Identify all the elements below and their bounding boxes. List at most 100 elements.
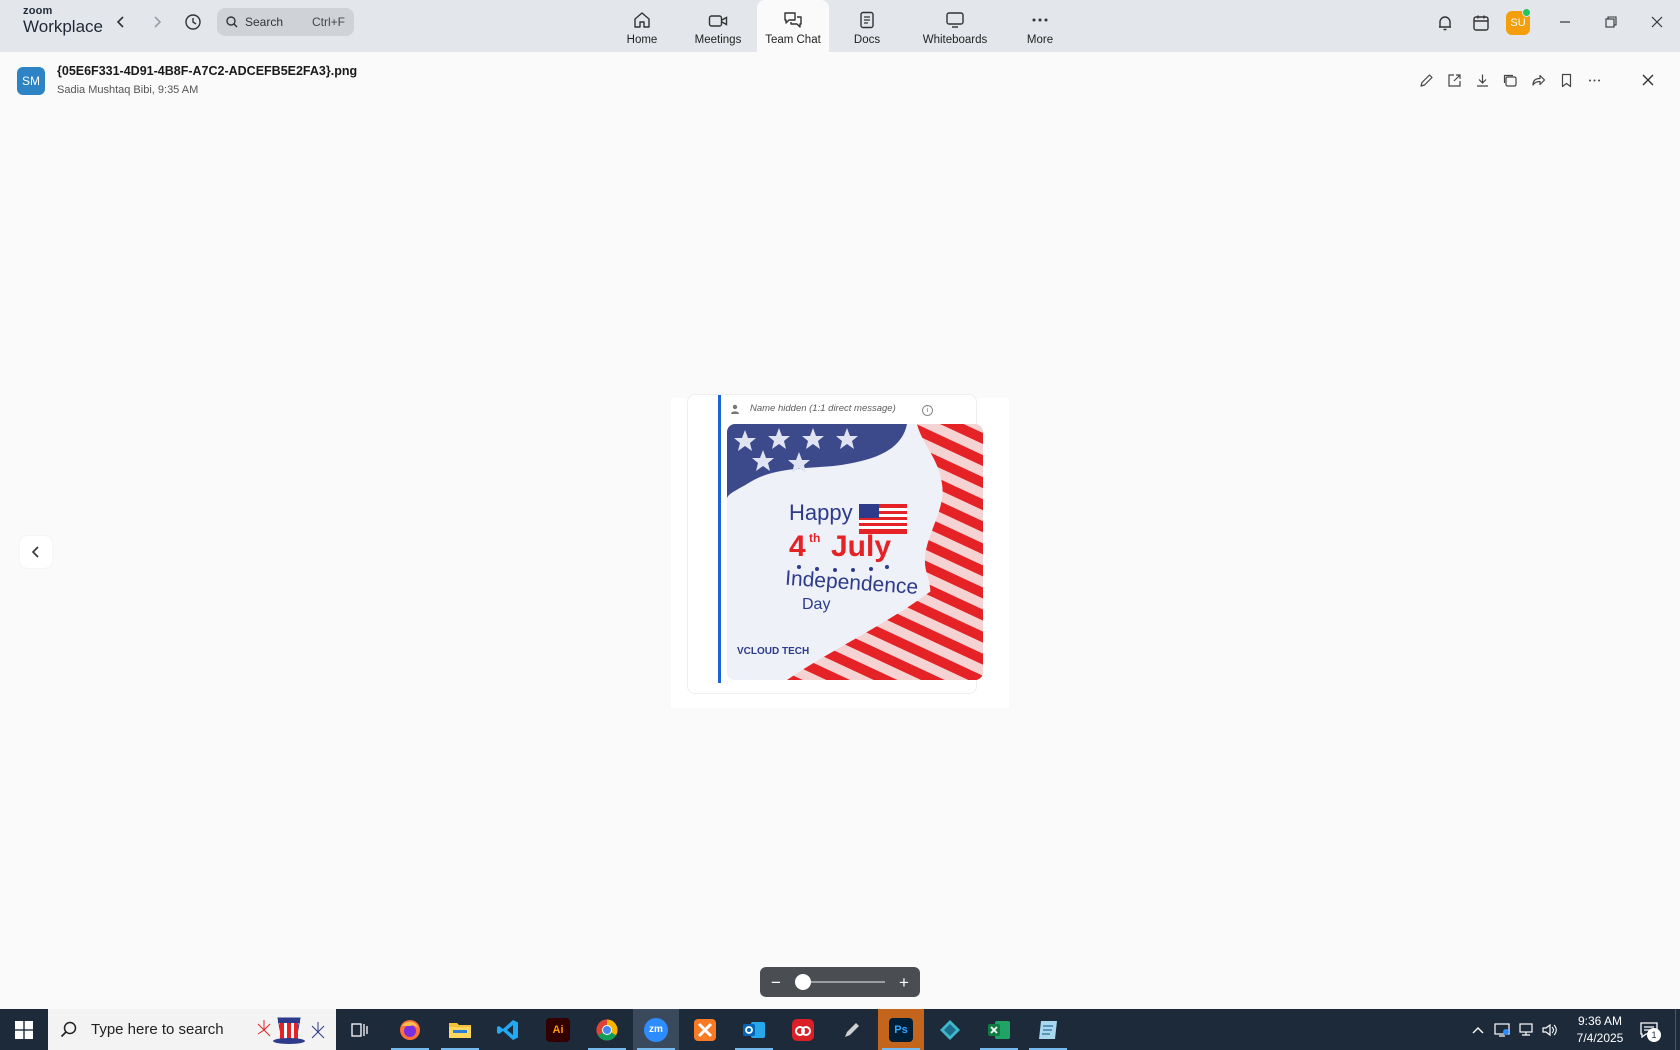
folder-icon xyxy=(449,1022,471,1038)
zoom-in-button[interactable]: + xyxy=(895,973,913,991)
notes-icon xyxy=(1039,1020,1057,1039)
taskbar-photoshop[interactable]: Ps xyxy=(878,1009,924,1050)
taskbar-outlook[interactable] xyxy=(731,1009,777,1050)
tab-meetings[interactable]: Meetings xyxy=(690,0,746,52)
more-icon xyxy=(1032,18,1048,22)
restore-icon xyxy=(1605,16,1617,28)
previous-image-button[interactable] xyxy=(20,536,52,568)
chevron-left-icon xyxy=(31,546,39,558)
xampp-icon xyxy=(694,1018,716,1041)
restore-button[interactable] xyxy=(1597,10,1625,34)
taskbar-file-explorer[interactable] xyxy=(437,1009,483,1050)
bookmark-button[interactable] xyxy=(1556,70,1576,90)
zoom-app-icon: zm xyxy=(644,1017,668,1042)
forward-message-button[interactable] xyxy=(1528,70,1548,90)
minimize-button[interactable] xyxy=(1551,10,1579,34)
search-label: Search xyxy=(245,15,284,29)
taskbar-diamond-app[interactable] xyxy=(927,1009,973,1050)
diamond-app-icon xyxy=(940,1019,960,1040)
zoom-workplace-logo: zoom Workplace xyxy=(23,5,103,36)
taskbar-excel[interactable] xyxy=(976,1009,1022,1050)
tray-security[interactable] xyxy=(1493,1021,1511,1039)
outlook-icon xyxy=(743,1021,765,1038)
bookmark-icon xyxy=(1561,73,1571,87)
pen-icon xyxy=(845,1022,859,1037)
taskbar-xampp[interactable] xyxy=(682,1009,728,1050)
chrome-icon xyxy=(596,1019,618,1041)
taskbar-firefox[interactable] xyxy=(387,1009,433,1050)
tab-team-chat[interactable]: Team Chat xyxy=(757,0,829,52)
file-meta: Sadia Mushtaq Bibi, 9:35 AM xyxy=(57,84,199,96)
calendar-button[interactable] xyxy=(1470,12,1492,34)
search-icon xyxy=(60,1021,77,1038)
search-icon xyxy=(226,16,238,28)
photoshop-icon: Ps xyxy=(889,1017,913,1042)
presence-indicator xyxy=(1522,8,1531,17)
taskbar-clock[interactable]: 9:36 AM 7/4/2025 xyxy=(1565,1013,1635,1047)
start-button[interactable] xyxy=(0,1009,48,1050)
sender-row: Name hidden (1:1 direct message) xyxy=(730,403,896,414)
share-screen-button[interactable] xyxy=(1500,70,1520,90)
tray-network[interactable] xyxy=(1517,1021,1535,1039)
taskbar-notes[interactable] xyxy=(1025,1009,1071,1050)
taskbar-creative-cloud[interactable] xyxy=(780,1009,826,1050)
creative-cloud-icon xyxy=(792,1018,814,1041)
action-center-button[interactable]: 1 xyxy=(1636,1018,1662,1042)
taskbar-zoom[interactable]: zm xyxy=(633,1009,679,1050)
external-link-icon xyxy=(1447,73,1461,87)
download-button[interactable] xyxy=(1472,70,1492,90)
clock-time: 9:36 AM xyxy=(1577,1014,1623,1028)
show-desktop-button[interactable] xyxy=(1675,1009,1680,1050)
taskbar-illustrator[interactable]: Ai xyxy=(535,1009,581,1050)
zoom-out-button[interactable]: − xyxy=(767,973,785,991)
taskbar-search[interactable]: Type here to search xyxy=(48,1009,336,1050)
search-box[interactable]: Search Ctrl+F xyxy=(217,8,354,36)
calendar-icon xyxy=(1473,15,1489,31)
poster-july: July xyxy=(831,530,891,563)
forward-arrow-icon xyxy=(1531,74,1545,86)
logo-top-text: zoom xyxy=(23,5,53,17)
image-preview: Name hidden (1:1 direct message) i Happy… xyxy=(671,394,1009,708)
tab-more[interactable]: More xyxy=(1024,0,1056,52)
edit-button[interactable] xyxy=(1416,70,1436,90)
history-button[interactable] xyxy=(182,11,204,33)
open-external-button[interactable] xyxy=(1444,70,1464,90)
close-icon xyxy=(1651,16,1663,28)
windows-taskbar: Type here to search Ai zm Ps 9:36 AM 7/4… xyxy=(0,1009,1680,1050)
title-bar: zoom Workplace Search Ctrl+F Home Meetin… xyxy=(0,0,1680,52)
tray-overflow-button[interactable] xyxy=(1469,1021,1487,1039)
tab-docs[interactable]: Docs xyxy=(847,0,887,52)
message-accent-bar xyxy=(718,395,721,683)
close-preview-button[interactable] xyxy=(1638,70,1658,90)
history-icon xyxy=(185,14,201,30)
taskbar-chrome[interactable] xyxy=(584,1009,630,1050)
chevron-left-icon xyxy=(116,16,124,28)
network-icon xyxy=(1519,1023,1533,1036)
zoom-slider[interactable] xyxy=(795,974,885,990)
tray-volume[interactable] xyxy=(1540,1021,1558,1039)
tab-home[interactable]: Home xyxy=(620,0,664,52)
tab-more-label: More xyxy=(1026,34,1054,46)
independence-day-poster: Happy 4 th July Independence Day VCLOUD … xyxy=(727,424,983,680)
info-icon[interactable]: i xyxy=(922,405,933,416)
message-card: Name hidden (1:1 direct message) i Happy… xyxy=(687,394,983,694)
logo-bottom-text: Workplace xyxy=(23,17,103,36)
taskbar-vscode[interactable] xyxy=(485,1009,531,1050)
zoom-slider-knob[interactable] xyxy=(795,974,811,990)
more-actions-button[interactable] xyxy=(1584,70,1604,90)
whiteboard-icon xyxy=(946,12,964,28)
share-icon xyxy=(1503,74,1517,87)
close-window-button[interactable] xyxy=(1643,10,1671,34)
bell-icon xyxy=(1439,16,1451,31)
back-button[interactable] xyxy=(110,11,132,33)
taskbar-task-view[interactable] xyxy=(337,1009,383,1050)
task-view-icon xyxy=(351,1022,368,1037)
forward-button[interactable] xyxy=(146,11,168,33)
shield-screen-icon xyxy=(1494,1023,1510,1037)
sender-name: Name hidden (1:1 direct message) xyxy=(750,403,896,414)
zoom-control: − + xyxy=(760,967,920,997)
download-icon xyxy=(1476,74,1488,87)
notifications-button[interactable] xyxy=(1434,12,1456,34)
taskbar-pen-tool[interactable] xyxy=(829,1009,875,1050)
tab-whiteboards[interactable]: Whiteboards xyxy=(918,0,992,52)
